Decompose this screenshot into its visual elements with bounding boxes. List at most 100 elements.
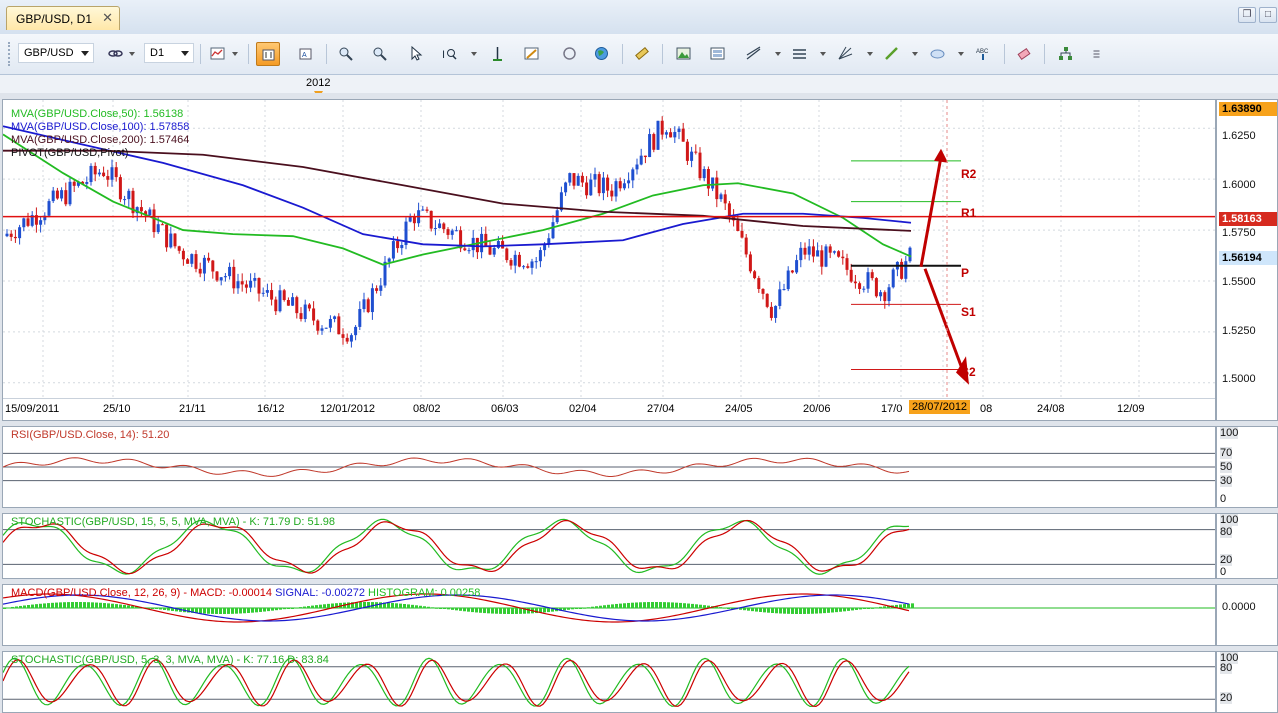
candle-body [89,165,93,183]
rsi-panel[interactable]: RSI(GBP/USD.Close, 14): 51.20 [2,426,1216,508]
chart-type-icon[interactable] [206,42,230,66]
macd-histogram-bar [319,604,322,608]
candle-body [102,172,106,177]
tab-chart-gbpusd[interactable]: GBP/USD, D1 ✕ [6,6,120,30]
macd-histogram-bar [327,603,330,608]
period-separator-icon[interactable] [486,42,510,66]
template-icon[interactable] [706,42,730,66]
macd-histogram-bar [235,608,238,614]
pencil-icon[interactable] [880,42,904,66]
ruler-icon[interactable] [630,42,654,66]
zoom-area-icon[interactable]: I [438,42,462,66]
trendline-icon[interactable] [742,42,766,66]
timeframe-select[interactable]: D1 [144,43,194,63]
stochastic-fast-panel[interactable]: STOCHASTIC(GBP/USD, 5, 3, 3, MVA, MVA) -… [2,651,1216,713]
macd-histogram-bar [743,608,746,611]
globe-icon[interactable] [590,42,614,66]
rotate-icon[interactable] [558,42,582,66]
toolbar-separator [326,44,327,64]
macd-histogram-bar [875,607,878,609]
macd-histogram-bar [883,606,886,608]
stochastic-slow-axis[interactable]: 100 80 20 0 [1216,513,1278,579]
candle-body [837,251,841,257]
toolbar-overflow-icon[interactable] [1086,42,1100,66]
ellipse-icon[interactable] [926,42,950,66]
chevron-down-icon[interactable] [867,52,873,56]
macd-histogram-bar [395,603,398,608]
stoch-level: 20 [1220,554,1233,566]
macd-histogram-bar [819,608,822,614]
stochastic-slow-panel[interactable]: STOCHASTIC(GBP/USD, 15, 5, 5, MVA, MVA) … [2,513,1216,579]
macd-histogram-bar [359,602,362,608]
macd-histogram-bar [443,608,446,609]
candle-body [866,272,870,289]
chevron-down-icon[interactable] [232,52,238,56]
macd-label-signal: SIGNAL: -0.00272 [272,587,365,599]
candle-body [841,256,845,259]
chevron-down-icon[interactable] [912,52,918,56]
tab-title: GBP/USD, D1 [16,12,93,26]
text-label-icon[interactable]: ABC [972,42,996,66]
macd-histogram-bar [467,608,470,612]
price-panel[interactable]: MVA(GBP/USD.Close,50): 1.56138 MVA(GBP/U… [2,99,1216,421]
macd-histogram-bar [827,608,830,613]
eraser-icon[interactable] [1012,42,1036,66]
restore-window-icon[interactable]: ❐ [1238,7,1256,23]
candle-chart-icon[interactable] [256,42,280,66]
candle-body [177,246,181,251]
price-axis[interactable]: 1.63890 1.6250 1.6000 1.58163 1.5750 1.5… [1216,99,1278,421]
time-navigator[interactable]: 2012 [0,75,1278,99]
candle-body [320,328,324,331]
symbol-select[interactable]: GBP/USD [18,43,94,63]
macd-histogram-bar [247,608,250,613]
stochastic-fast-axis[interactable]: 100 80 20 [1216,651,1278,713]
macd-histogram-bar [231,608,234,614]
macd-histogram-bar [899,604,902,608]
horizontal-line-icon[interactable] [788,42,812,66]
macd-histogram-bar [659,602,662,608]
candle-body [891,269,895,288]
toolbar-separator [1044,44,1045,64]
stoch-level: 20 [1220,692,1233,704]
macd-axis[interactable]: 0.0000 [1216,584,1278,646]
link-icon[interactable] [104,42,128,66]
candle-body [593,174,597,180]
macd-histogram-bar [751,608,754,612]
macd-histogram-bar [479,608,482,613]
object-tree-icon[interactable] [1054,42,1078,66]
zoom-out-icon[interactable] [368,42,392,66]
draw-tools-icon[interactable] [520,42,544,66]
chevron-down-icon[interactable] [958,52,964,56]
macd-panel[interactable]: MACD(GBP/USD.Close, 12, 26, 9) - MACD: -… [2,584,1216,646]
cursor-icon[interactable] [404,42,428,66]
chevron-down-icon[interactable] [820,52,826,56]
candle-body [677,128,681,132]
candle-body [60,190,64,199]
macd-histogram-bar [19,605,22,608]
macd-histogram-bar [455,608,458,611]
bar-chart-icon[interactable]: A [294,42,318,66]
candle-body [551,222,555,239]
chevron-down-icon[interactable] [129,52,135,56]
macd-histogram-bar [435,607,438,609]
rsi-axis[interactable]: 100 70 50 30 0 [1216,426,1278,508]
toolbar-grip[interactable] [8,42,13,66]
candle-body [303,304,307,319]
chevron-down-icon [81,51,89,56]
chevron-down-icon[interactable] [775,52,781,56]
close-icon[interactable]: ✕ [102,10,113,26]
macd-histogram-bar [803,608,806,614]
macd-histogram-bar [903,604,906,608]
maximize-window-icon[interactable]: □ [1259,7,1277,23]
macd-histogram-bar [623,603,626,608]
screenshot-icon[interactable] [672,42,696,66]
zoom-in-icon[interactable] [334,42,358,66]
chevron-down-icon[interactable] [471,52,477,56]
candle-body [118,177,122,200]
fibonacci-icon[interactable] [834,42,858,66]
macd-histogram-bar [243,608,246,614]
candle-body [156,224,160,233]
candle-body [391,241,395,259]
candle-body [530,261,534,268]
macd-histogram-bar [311,605,314,608]
